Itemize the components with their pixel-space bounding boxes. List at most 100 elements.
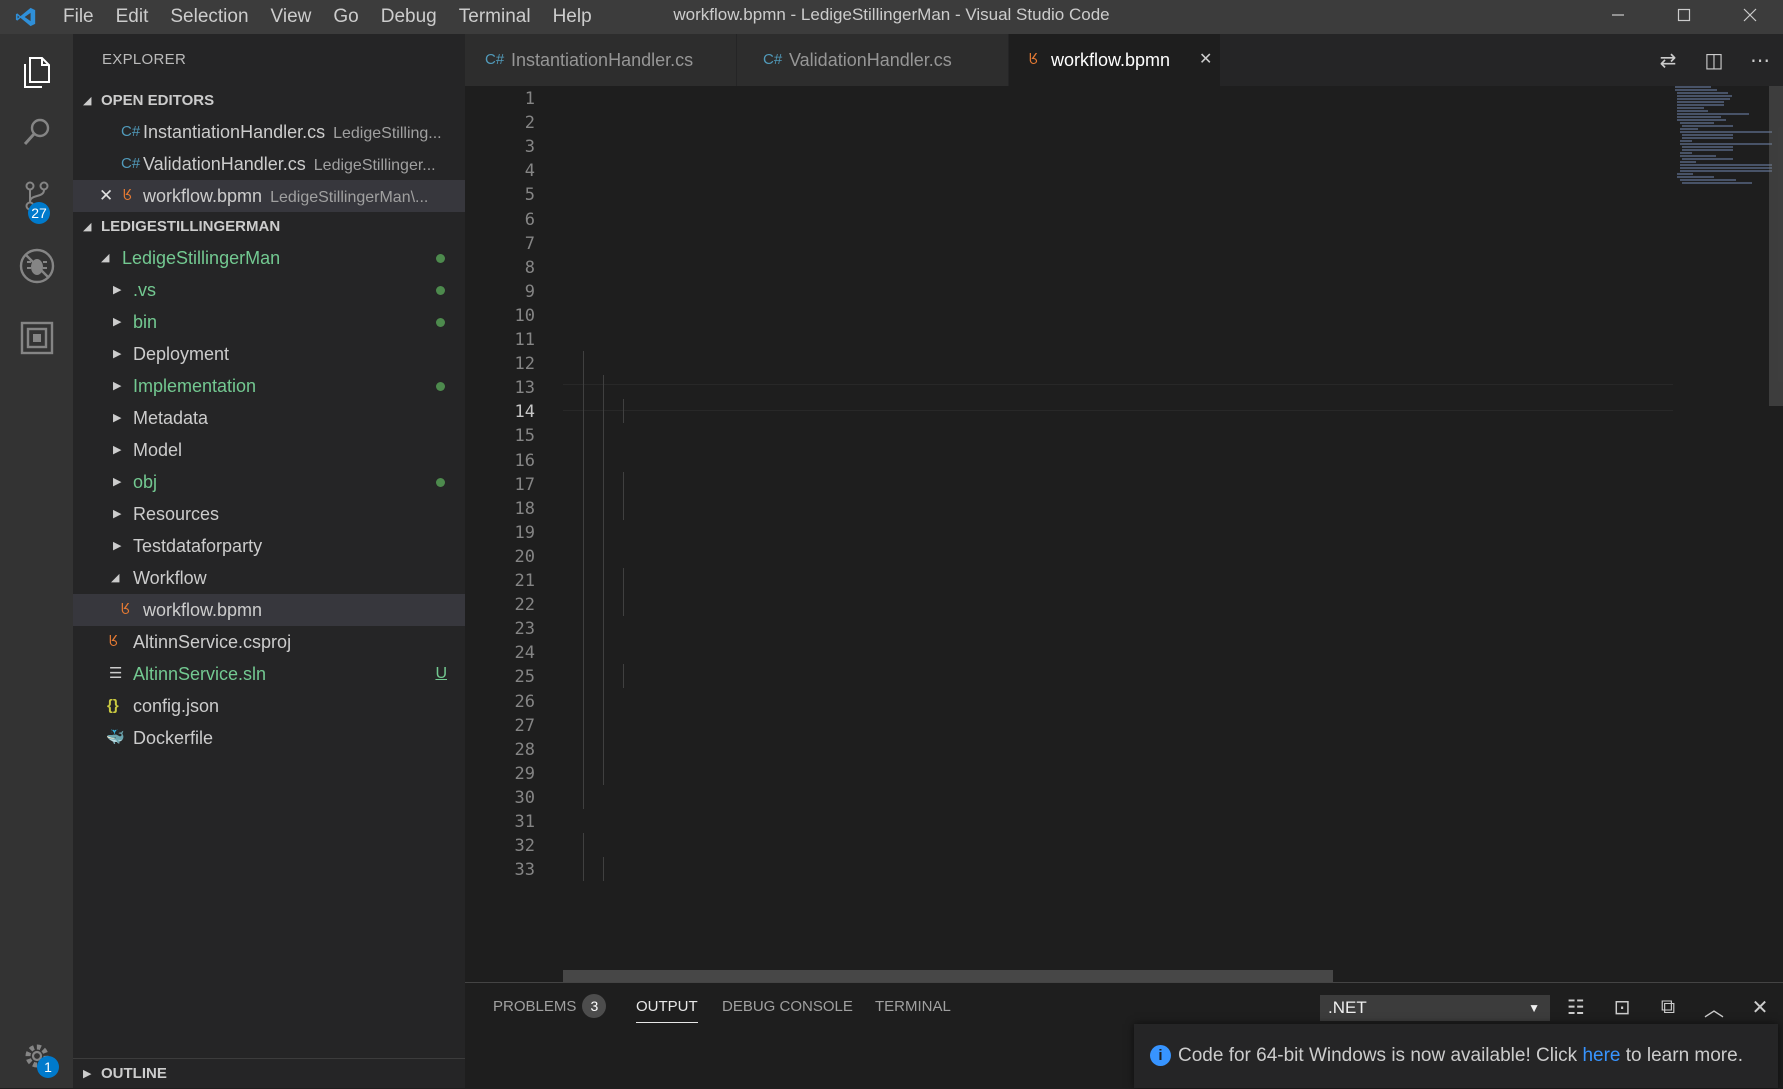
explorer-icon[interactable] [0, 40, 73, 104]
tab-instantiation-handler[interactable]: C# InstantiationHandler.cs [465, 34, 737, 86]
chevron-right-icon: ▶ [113, 476, 122, 488]
menu-selection[interactable]: Selection [159, 0, 259, 34]
notification-link[interactable]: here [1582, 1045, 1620, 1066]
untracked-marker: U [435, 665, 447, 682]
minimap-line [1677, 116, 1722, 118]
open-log-icon[interactable]: ⧉ [1645, 996, 1691, 1019]
project-header[interactable]: ◢ LEDIGESTILLINGERMAN [73, 212, 465, 242]
tree-folder[interactable]: ▶ Testdataforparty [73, 530, 465, 562]
open-editors-label: OPEN EDITORS [101, 92, 215, 109]
line-number: 25 [514, 667, 535, 688]
line-number: 21 [514, 571, 535, 591]
tab-validation-handler[interactable]: C# ValidationHandler.cs [737, 34, 1009, 86]
tab-label: PROBLEMS [493, 998, 577, 1015]
activity-bar: 27 1 [0, 34, 73, 1088]
open-editor-name: workflow.bpmn [143, 186, 263, 206]
more-actions-icon[interactable]: ⋯ [1737, 48, 1783, 73]
tree-folder[interactable]: ▶ Model [73, 434, 465, 466]
chevron-down-icon: ◢ [83, 221, 92, 233]
line-number: 6 [524, 209, 535, 230]
tree-file[interactable]: ☰ AltinnService.sln U [73, 658, 465, 690]
tree-label: Workflow [133, 568, 207, 588]
menu-file[interactable]: File [52, 0, 105, 34]
maximize-panel-icon[interactable]: ︿ [1691, 993, 1737, 1022]
code-editor[interactable]: 1 2 3 4 5 6 7 8 9 10 11 12 13 14 15 16 17 18 19 20 21 22 23 24 2… [465, 86, 1783, 982]
clear-output-icon[interactable]: ☷ [1553, 995, 1599, 1020]
split-editor-icon[interactable]: ◫ [1691, 48, 1737, 73]
source-control-icon[interactable]: 27 [0, 164, 73, 228]
minimap-line [1677, 110, 1708, 112]
notification-toast: i Code for 64-bit Windows is now availab… [1134, 1024, 1778, 1088]
chevron-right-icon: ▶ [113, 284, 122, 296]
outline-header[interactable]: ▶ OUTLINE [73, 1058, 465, 1088]
maximize-button[interactable] [1651, 0, 1717, 30]
settings-gear-icon[interactable]: 1 [0, 1024, 73, 1088]
indent-guide [623, 399, 624, 424]
horizontal-scrollbar[interactable] [563, 970, 1333, 982]
tree-folder[interactable]: ▶ Resources [73, 498, 465, 530]
tree-folder[interactable]: ◢ Workflow [73, 562, 465, 594]
open-editor-path: LedigeStillinger... [313, 157, 436, 174]
rss-file-icon: ᖉ [121, 601, 130, 618]
tab-label: DEBUG CONSOLE [722, 998, 853, 1015]
editor-tabs: C# InstantiationHandler.cs C# Validation… [465, 34, 1783, 86]
menu-edit[interactable]: Edit [105, 0, 160, 34]
close-icon[interactable]: ✕ [99, 180, 113, 212]
vertical-scrollbar[interactable] [1769, 86, 1783, 406]
current-line-highlight [563, 384, 1673, 411]
line-number: 23 [514, 619, 535, 640]
close-window-button[interactable] [1717, 0, 1783, 30]
open-editor-item-active[interactable]: ✕ ᖉ workflow.bpmn LedigeStillingerMan\... [73, 180, 465, 212]
tree-folder[interactable]: ▶ obj [73, 466, 465, 498]
minimize-button[interactable] [1585, 0, 1651, 30]
open-editors-header[interactable]: ◢ OPEN EDITORS [73, 86, 465, 116]
open-editor-item[interactable]: C# ValidationHandler.cs LedigeStillinger.… [73, 148, 465, 180]
menu-go[interactable]: Go [322, 0, 369, 34]
tree-folder-root[interactable]: ◢ LedigeStillingerMan [73, 242, 465, 274]
tree-folder[interactable]: ▶ bin [73, 306, 465, 338]
output-channel-select[interactable]: .NET ▼ [1320, 995, 1550, 1021]
output-channel-value: .NET [1328, 998, 1367, 1017]
tree-folder[interactable]: ▶ Implementation [73, 370, 465, 402]
line-number: 18 [514, 498, 535, 519]
tree-folder[interactable]: ▶ Deployment [73, 338, 465, 370]
tree-file[interactable]: ᖉ AltinnService.csproj [73, 626, 465, 658]
compare-changes-icon[interactable]: ⇄ [1645, 48, 1691, 73]
close-panel-icon[interactable]: ✕ [1737, 995, 1783, 1020]
extensions-icon[interactable] [0, 306, 73, 370]
minimap[interactable] [1675, 86, 1775, 206]
tab-output[interactable]: OUTPUT [636, 983, 698, 1031]
menu-help[interactable]: Help [542, 0, 603, 34]
minimap-line [1682, 134, 1733, 136]
line-number: 11 [514, 330, 535, 350]
lock-scroll-icon[interactable]: ⊡ [1599, 995, 1645, 1020]
line-number: 3 [524, 137, 535, 158]
tree-file[interactable]: {} config.json [73, 690, 465, 722]
tree-file[interactable]: 🐳 Dockerfile [73, 722, 465, 754]
tree-folder[interactable]: ▶ Metadata [73, 402, 465, 434]
notification-text: Code for 64-bit Windows is now available… [1178, 1045, 1583, 1066]
open-editor-item[interactable]: C# InstantiationHandler.cs LedigeStilling… [73, 116, 465, 148]
minimap-line [1679, 155, 1716, 157]
menu-debug[interactable]: Debug [370, 0, 448, 34]
search-icon[interactable] [0, 100, 73, 164]
tab-debug-console[interactable]: DEBUG CONSOLE [722, 983, 853, 1031]
tab-workflow-bpmn[interactable]: ᖉ workflow.bpmn ✕ [1009, 34, 1221, 86]
minimap-line [1679, 152, 1693, 154]
tree-file-selected[interactable]: ᖉ workflow.bpmn [73, 594, 465, 626]
minimap-line [1679, 164, 1772, 166]
menu-view[interactable]: View [260, 0, 323, 34]
tab-terminal[interactable]: TERMINAL [875, 983, 951, 1031]
git-status-dot [436, 382, 445, 391]
settings-badge: 1 [37, 1056, 59, 1078]
open-editor-path: LedigeStilling... [333, 125, 442, 142]
tree-label: Dockerfile [133, 728, 214, 748]
chevron-right-icon: ▶ [113, 348, 122, 360]
tree-label: workflow.bpmn [143, 600, 263, 620]
close-icon[interactable]: ✕ [1199, 34, 1212, 86]
tree-folder[interactable]: ▶ .vs [73, 274, 465, 306]
menu-terminal[interactable]: Terminal [448, 0, 542, 34]
debug-icon[interactable] [0, 234, 73, 298]
tab-problems[interactable]: PROBLEMS 3 [493, 983, 607, 1031]
line-number: 19 [514, 522, 535, 543]
